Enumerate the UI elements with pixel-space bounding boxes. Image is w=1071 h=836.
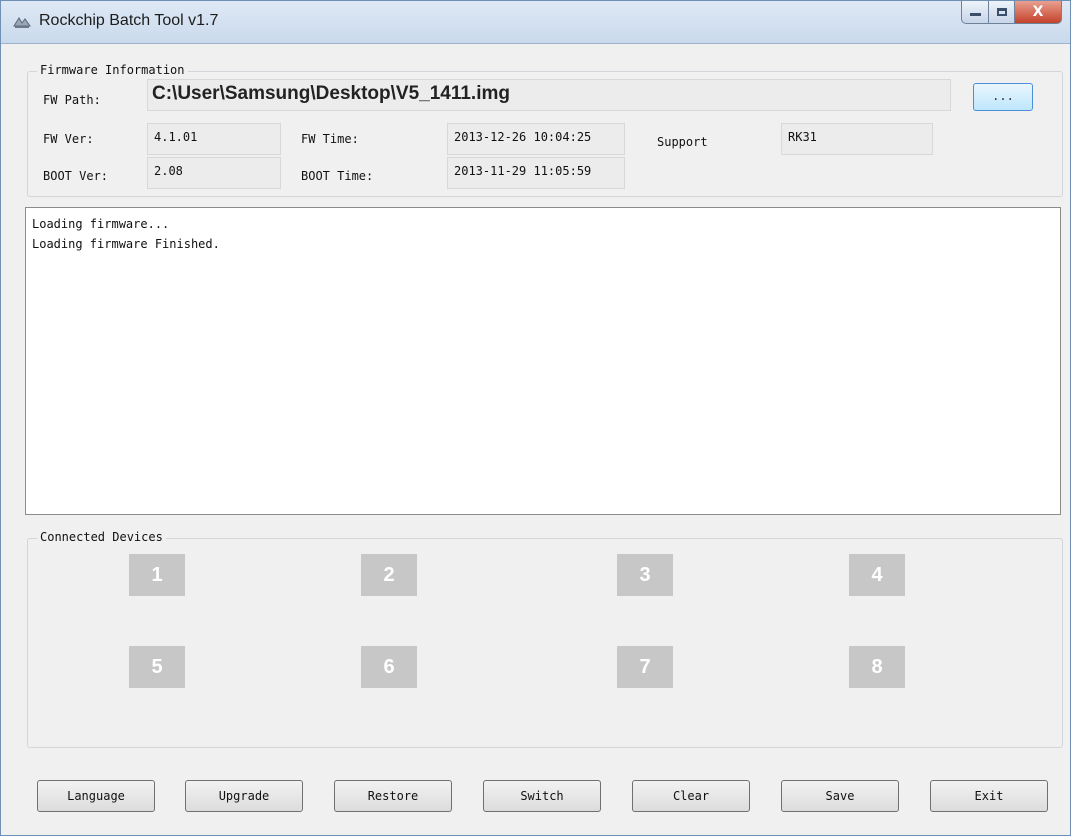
maximize-icon [996,8,1007,16]
title-bar[interactable]: Rockchip Batch Tool v1.7 X [1,1,1070,44]
fw-ver-field: 4.1.01 [147,123,281,155]
app-window: Rockchip Batch Tool v1.7 X Firmware Info… [0,0,1071,836]
fw-path-label: FW Path: [43,93,101,107]
firmware-info-legend: Firmware Information [37,63,188,77]
device-slot-6[interactable]: 6 [361,646,417,688]
boot-ver-field: 2.08 [147,157,281,189]
browse-button[interactable]: ... [973,83,1033,111]
boot-time-label: BOOT Time: [301,169,374,183]
minimize-icon [969,13,981,16]
upgrade-button[interactable]: Upgrade [185,780,303,812]
exit-button[interactable]: Exit [930,780,1048,812]
boot-time-field: 2013-11-29 11:05:59 [447,157,625,189]
app-icon [13,17,31,28]
switch-button[interactable]: Switch [483,780,601,812]
support-label: Support [657,135,708,149]
support-field: RK31 [781,123,933,155]
log-line: Loading firmware... [32,217,170,231]
log-output[interactable]: Loading firmware... Loading firmware Fin… [25,207,1061,515]
clear-button[interactable]: Clear [632,780,750,812]
device-slot-5[interactable]: 5 [129,646,185,688]
device-slot-7[interactable]: 7 [617,646,673,688]
window-controls: X [961,1,1062,25]
fw-time-label: FW Time: [301,132,359,146]
close-button[interactable]: X [1015,1,1062,24]
device-slot-2[interactable]: 2 [361,554,417,596]
maximize-button[interactable] [989,1,1015,24]
save-button[interactable]: Save [781,780,899,812]
connected-devices-legend: Connected Devices [37,530,166,544]
language-button[interactable]: Language [37,780,155,812]
fw-ver-label: FW Ver: [43,132,94,146]
restore-button[interactable]: Restore [334,780,452,812]
log-line: Loading firmware Finished. [32,237,220,251]
minimize-button[interactable] [961,1,989,24]
device-slot-8[interactable]: 8 [849,646,905,688]
boot-ver-label: BOOT Ver: [43,169,109,183]
device-slot-3[interactable]: 3 [617,554,673,596]
fw-path-field[interactable]: C:\User\Samsung\Desktop\V5_1411.img [147,79,951,111]
window-title: Rockchip Batch Tool v1.7 [39,12,219,29]
close-icon: X [1032,4,1044,20]
device-slot-4[interactable]: 4 [849,554,905,596]
fw-time-field: 2013-12-26 10:04:25 [447,123,625,155]
device-slot-1[interactable]: 1 [129,554,185,596]
